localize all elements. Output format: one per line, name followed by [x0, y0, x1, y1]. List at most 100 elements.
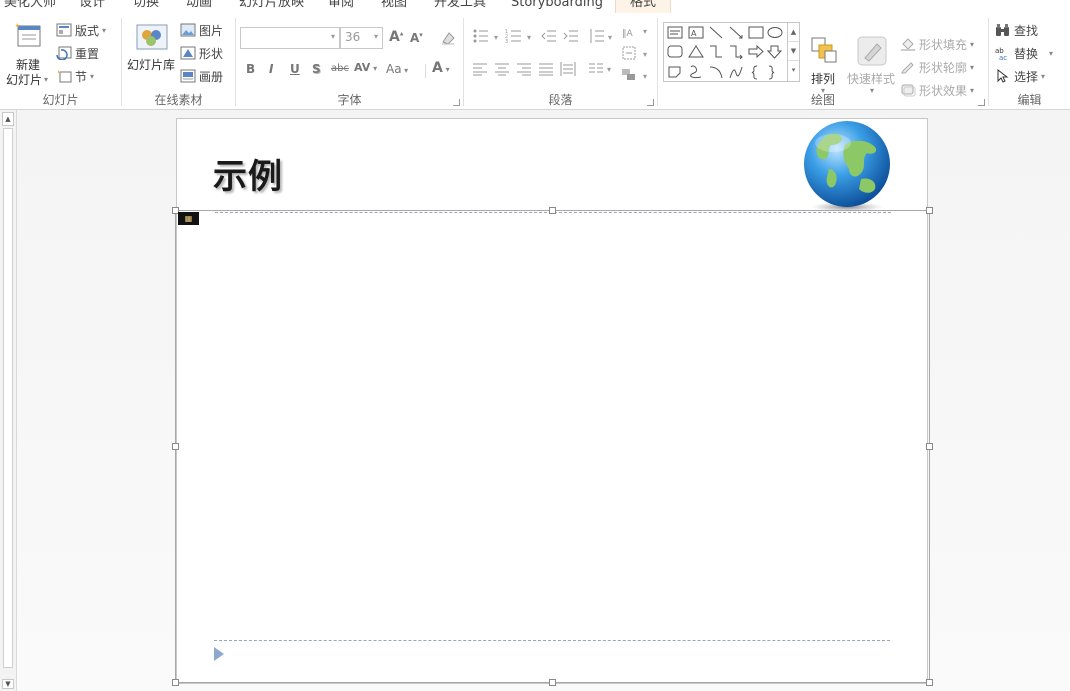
svg-text:ac: ac [999, 54, 1007, 60]
tab-beautify-master[interactable]: 美化大师 [4, 0, 56, 13]
change-case-button[interactable]: Aa ▾ [386, 62, 408, 76]
strikethrough-button[interactable]: abc [331, 63, 349, 74]
reset-label: 重置 [75, 46, 100, 61]
shapes-gallery[interactable]: A ▲ ▼ ▾ [663, 22, 800, 82]
content-placeholder[interactable] [175, 210, 930, 683]
cursor-icon [997, 69, 1009, 83]
dialog-launcher-icon[interactable] [453, 99, 460, 106]
font-size-combo[interactable]: 36 ▾ [340, 27, 383, 49]
tab-review[interactable]: 审阅 [328, 0, 354, 13]
layout-button[interactable]: 版式 ▾ [56, 20, 106, 40]
new-slide-label-2: 幻灯片 [6, 73, 43, 87]
picture-label: 图片 [199, 23, 224, 38]
font-color-button[interactable]: A ▾ [432, 60, 450, 76]
increase-indent-icon[interactable] [563, 29, 579, 43]
tab-storyboarding[interactable]: Storyboarding [511, 0, 603, 13]
shrink-font-label: A [410, 31, 420, 45]
scroll-down-icon[interactable]: ▼ [2, 679, 14, 689]
select-label: 选择 [1014, 69, 1039, 84]
dialog-launcher-icon[interactable] [978, 99, 985, 106]
bullets-icon[interactable]: ▾ [472, 28, 502, 44]
align-text-icon[interactable]: ▾ [621, 45, 651, 61]
text-direction-icon[interactable]: ‖A ▾ [621, 22, 651, 38]
find-button[interactable]: 查找 [995, 20, 1038, 40]
dialog-launcher-icon[interactable] [647, 99, 654, 106]
convert-to-smartart-icon[interactable]: ▾ [621, 67, 651, 83]
shape-effects-button[interactable]: 形状效果 ▾ [900, 80, 974, 100]
line-spacing-icon[interactable]: ▾ [588, 28, 616, 44]
chevron-down-icon: ▾ [1041, 71, 1046, 81]
align-center-icon[interactable] [494, 62, 510, 76]
clear-formatting-icon[interactable] [440, 30, 456, 46]
shrink-font-button[interactable]: A▾ [410, 31, 423, 45]
resize-handle[interactable] [172, 679, 179, 686]
replace-button[interactable]: ab ac 替换 ▾ [995, 43, 1053, 63]
shape-outline-button[interactable]: 形状轮廓 ▾ [900, 57, 974, 77]
group-label-online: 在线素材 [154, 93, 203, 107]
grow-font-button[interactable]: A▴ [389, 29, 403, 45]
tab-animations[interactable]: 动画 [186, 0, 212, 13]
gallery-more-icon[interactable]: ▾ [788, 61, 799, 80]
grow-font-label: A [389, 29, 400, 45]
divider [425, 64, 426, 78]
resize-handle[interactable] [926, 679, 933, 686]
arrange-button[interactable]: 排列 ▾ [806, 36, 842, 100]
resize-handle[interactable] [926, 207, 933, 214]
columns-icon[interactable]: ▾ [588, 62, 616, 76]
chevron-down-icon: ▾ [90, 71, 95, 81]
replace-label: 替换 [1014, 46, 1039, 61]
album-button[interactable]: 画册 [180, 66, 223, 86]
ribbon: 新建 幻灯片 ▾ 版式 ▾ 重置 节 ▾ 幻灯片 幻灯片库 图片 形状 画册 在… [0, 14, 1070, 110]
resize-handle[interactable] [549, 679, 556, 686]
tab-developer[interactable]: 开发工具 [434, 0, 486, 13]
globe-icon[interactable] [801, 119, 893, 213]
group-label-font: 字体 [337, 93, 362, 107]
italic-button[interactable]: I [269, 62, 273, 76]
gallery-scroll[interactable]: ▲ ▼ ▾ [787, 23, 799, 81]
align-left-icon[interactable] [472, 62, 488, 76]
decrease-indent-icon[interactable] [541, 29, 557, 43]
shape-icon [180, 46, 196, 60]
underline-button[interactable]: U [290, 62, 300, 76]
gallery-up-icon[interactable]: ▲ [788, 23, 799, 42]
gallery-down-icon[interactable]: ▼ [788, 42, 799, 61]
vertical-scrollbar[interactable]: ▲ ▼ [0, 110, 17, 691]
char-spacing-button[interactable]: AV ▾ [354, 61, 377, 74]
tab-format[interactable]: 格式 [615, 0, 672, 13]
shape-fill-button[interactable]: 形状填充 ▾ [900, 34, 974, 54]
resize-handle[interactable] [172, 443, 179, 450]
justify-icon[interactable] [538, 62, 554, 76]
picture-button[interactable]: 图片 [180, 20, 223, 40]
resize-handle[interactable] [926, 443, 933, 450]
slide-title[interactable]: 示例 [213, 149, 283, 198]
scrollbar-thumb[interactable] [3, 128, 13, 668]
media-thumbnail-icon[interactable]: ▦ [178, 212, 199, 225]
numbering-icon[interactable]: 123 ▾ [505, 28, 535, 44]
text-shadow-button[interactable]: S [312, 62, 321, 76]
font-name-combo[interactable]: ▾ [240, 27, 340, 49]
replace-icon: abac [995, 47, 1007, 60]
resize-handle[interactable] [549, 207, 556, 214]
tab-slideshow[interactable]: 幻灯片放映 [239, 0, 304, 13]
select-button[interactable]: 选择 ▾ [995, 66, 1045, 86]
group-label-editing: 编辑 [1017, 93, 1042, 107]
shape-fill-label: 形状填充 [919, 37, 968, 52]
new-slide-button[interactable]: 新建 幻灯片 ▾ [6, 20, 50, 87]
section-button[interactable]: 节 ▾ [56, 66, 94, 86]
tab-design[interactable]: 设计 [79, 0, 105, 13]
distributed-icon[interactable] [560, 61, 576, 77]
album-icon [180, 69, 196, 83]
reset-button[interactable]: 重置 [56, 43, 99, 63]
svg-text:▾: ▾ [643, 27, 647, 36]
tab-view[interactable]: 视图 [381, 0, 407, 13]
tab-transitions[interactable]: 切换 [133, 0, 159, 13]
align-right-icon[interactable] [516, 62, 532, 76]
quick-styles-button[interactable]: 快速样式 ▾ [845, 36, 899, 100]
bold-button[interactable]: B [246, 62, 255, 76]
shape-label: 形状 [199, 46, 224, 61]
play-marker-icon[interactable] [214, 647, 224, 661]
pencil-icon [901, 62, 914, 74]
scroll-up-icon[interactable]: ▲ [2, 112, 14, 126]
shape-button[interactable]: 形状 [180, 43, 223, 63]
slide-library-button[interactable]: 幻灯片库 [126, 22, 180, 72]
